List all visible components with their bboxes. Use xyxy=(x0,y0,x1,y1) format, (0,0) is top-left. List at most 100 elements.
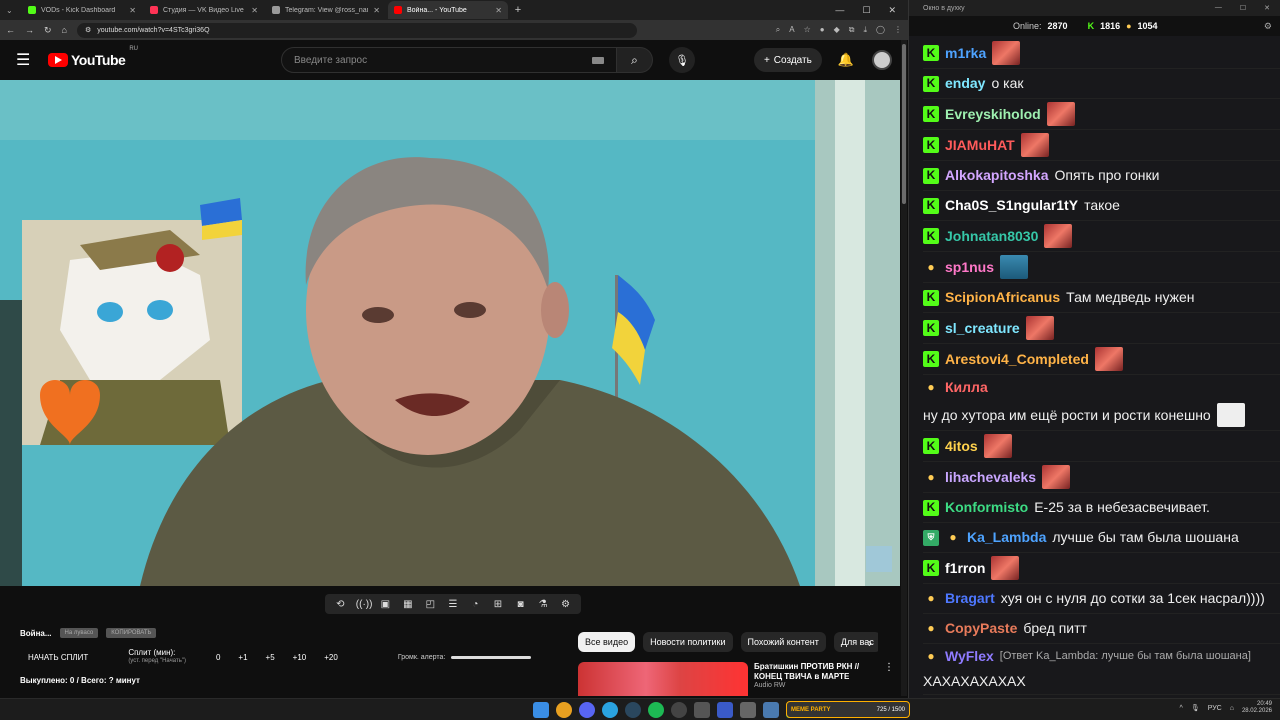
minimize-icon[interactable]: — xyxy=(835,5,844,16)
chevron-right-icon[interactable]: › xyxy=(868,636,872,650)
translate-icon[interactable]: A xyxy=(789,25,794,35)
start-split-button[interactable]: НАЧАТЬ СПЛИТ xyxy=(28,653,88,662)
youtube-logo[interactable]: YouTube RU xyxy=(48,46,138,68)
reload-icon[interactable]: ↻ xyxy=(44,25,52,36)
menu-icon[interactable]: ⋮ xyxy=(894,25,902,35)
profile-icon[interactable]: ◯ xyxy=(876,25,885,35)
subtitles-icon[interactable]: ☰ xyxy=(446,599,460,610)
tab-close-icon[interactable]: ✕ xyxy=(251,6,258,15)
home-icon[interactable]: ⌂ xyxy=(62,25,67,35)
split-add-1[interactable]: +1 xyxy=(238,653,247,662)
chat-username[interactable]: Bragart xyxy=(945,589,995,608)
search-input[interactable]: Введите запрос xyxy=(280,47,617,73)
browser-tab[interactable]: Студия — VK Видео Live ✕ xyxy=(144,1,264,19)
split-add-20[interactable]: +20 xyxy=(324,653,338,662)
start-icon[interactable] xyxy=(533,702,549,718)
chat-username[interactable]: Johnatan8030 xyxy=(945,227,1038,246)
copy-button[interactable]: КОПИРОВАТЬ xyxy=(106,628,157,638)
chat-username[interactable]: m1rka xyxy=(945,44,986,63)
telegram-icon[interactable] xyxy=(602,702,618,718)
spotify-icon[interactable] xyxy=(648,702,664,718)
obs-icon[interactable] xyxy=(671,702,687,718)
video-player[interactable] xyxy=(0,80,900,586)
add-frame-icon[interactable]: ⊞ xyxy=(491,599,505,610)
create-button[interactable]: + Создать xyxy=(753,48,822,72)
chip[interactable]: Все видео xyxy=(578,632,636,652)
video-settings-icon[interactable]: ▣ xyxy=(378,599,392,610)
chat-username[interactable]: 4itos xyxy=(945,437,978,456)
new-tab-button[interactable]: + xyxy=(510,4,526,16)
lang-indicator[interactable]: РУС xyxy=(1208,705,1222,712)
video-thumbnail[interactable] xyxy=(578,662,748,696)
chat-username[interactable]: ScipionAfricanus xyxy=(945,288,1060,307)
tab-close-icon[interactable]: ✕ xyxy=(373,6,380,15)
close-icon[interactable]: ✕ xyxy=(1264,4,1270,12)
flask-icon[interactable]: ⚗ xyxy=(536,599,550,610)
split-value[interactable]: 0 xyxy=(216,653,220,662)
extension-icon[interactable]: ◆ xyxy=(834,25,840,35)
scrollbar-thumb[interactable] xyxy=(902,44,906,204)
bookmark-icon[interactable]: ☆ xyxy=(804,25,811,35)
chat-username[interactable]: WyFlex xyxy=(945,647,994,666)
close-icon[interactable]: ✕ xyxy=(888,5,896,16)
recommended-title[interactable]: Братишкин ПРОТИВ РКН // КОНЕЦ ТВИЧА в МА… xyxy=(754,662,874,682)
screenshot-icon[interactable]: ◙ xyxy=(514,599,528,610)
gear-icon[interactable]: ⚙ xyxy=(1264,21,1272,32)
app-icon[interactable] xyxy=(763,702,779,718)
chat-username[interactable]: enday xyxy=(945,74,985,93)
chat-username[interactable]: Alkokapitoshka xyxy=(945,166,1048,185)
chat-username[interactable]: CopyPaste xyxy=(945,619,1017,638)
chip[interactable]: Новости политики xyxy=(643,632,733,652)
page-scrollbar[interactable] xyxy=(901,40,907,696)
tab-close-icon[interactable]: ✕ xyxy=(129,6,136,15)
browser-tab[interactable]: Война... - YouTube ✕ xyxy=(388,1,508,19)
back-icon[interactable]: ← xyxy=(6,25,15,35)
hamburger-menu-icon[interactable]: ☰ xyxy=(16,50,40,70)
app-icon[interactable] xyxy=(740,702,756,718)
broadcast-icon[interactable]: ((·)) xyxy=(356,599,373,610)
clip-icon[interactable]: ▦ xyxy=(401,599,415,610)
chat-username[interactable]: sl_creature xyxy=(945,319,1020,338)
chat-username[interactable]: Konformisto xyxy=(945,498,1028,517)
chat-username[interactable]: sp1nus xyxy=(945,258,994,277)
extension-icon[interactable]: ● xyxy=(820,25,825,35)
chat-username[interactable]: Arestovi4_Completed xyxy=(945,350,1089,369)
zoom-icon[interactable]: ⌕ xyxy=(776,25,780,35)
steam-icon[interactable] xyxy=(625,702,641,718)
network-icon[interactable]: ⌂ xyxy=(1230,705,1234,712)
puzzle-icon[interactable]: ⧉ xyxy=(849,25,855,35)
more-options-icon[interactable]: ⋮ xyxy=(884,662,894,696)
voice-search-button[interactable]: 🎙 xyxy=(668,47,695,73)
chrome-icon[interactable] xyxy=(556,702,572,718)
loop-icon[interactable]: ⟲ xyxy=(333,599,347,610)
chip[interactable]: Похожий контент xyxy=(740,632,826,652)
media-icon[interactable] xyxy=(717,702,733,718)
split-add-5[interactable]: +5 xyxy=(266,653,275,662)
pill-button[interactable]: На лувасо xyxy=(59,628,99,638)
chat-username[interactable]: lihachevaleks xyxy=(945,468,1036,487)
maximize-icon[interactable]: ☐ xyxy=(1240,4,1246,12)
site-info-icon[interactable]: ⚙ xyxy=(85,26,91,34)
recommended-channel[interactable]: Audio RW xyxy=(754,682,874,691)
minimize-icon[interactable]: — xyxy=(1215,4,1222,12)
chevron-up-icon[interactable]: ^ xyxy=(1180,705,1183,712)
keyboard-icon[interactable] xyxy=(591,56,604,64)
pip-icon[interactable]: ◰ xyxy=(423,599,437,610)
tab-close-icon[interactable]: ✕ xyxy=(495,6,502,15)
chat-username[interactable]: Килла xyxy=(945,378,988,397)
chat-username[interactable]: Ka_Lambda xyxy=(967,528,1046,547)
speed-icon[interactable]: ◔ xyxy=(468,599,482,610)
discord-icon[interactable] xyxy=(579,702,595,718)
chat-username[interactable]: JIAMuHAT xyxy=(945,136,1015,155)
url-field[interactable]: ⚙ youtube.com/watch?v=4STc3gri36Q xyxy=(76,22,637,38)
chat-username[interactable]: f1rron xyxy=(945,559,985,578)
split-add-10[interactable]: +10 xyxy=(293,653,307,662)
mic-icon[interactable]: 🎙 xyxy=(1191,704,1200,712)
browser-tab[interactable]: Telegram: View @ross_name ✕ xyxy=(266,1,386,19)
app-icon[interactable] xyxy=(694,702,710,718)
notifications-icon[interactable]: 🔔 xyxy=(838,52,854,68)
maximize-icon[interactable]: ☐ xyxy=(862,5,870,16)
chat-username[interactable]: Evreyskiholod xyxy=(945,105,1041,124)
download-icon[interactable]: ⤓ xyxy=(864,25,868,35)
avatar[interactable] xyxy=(872,50,892,70)
